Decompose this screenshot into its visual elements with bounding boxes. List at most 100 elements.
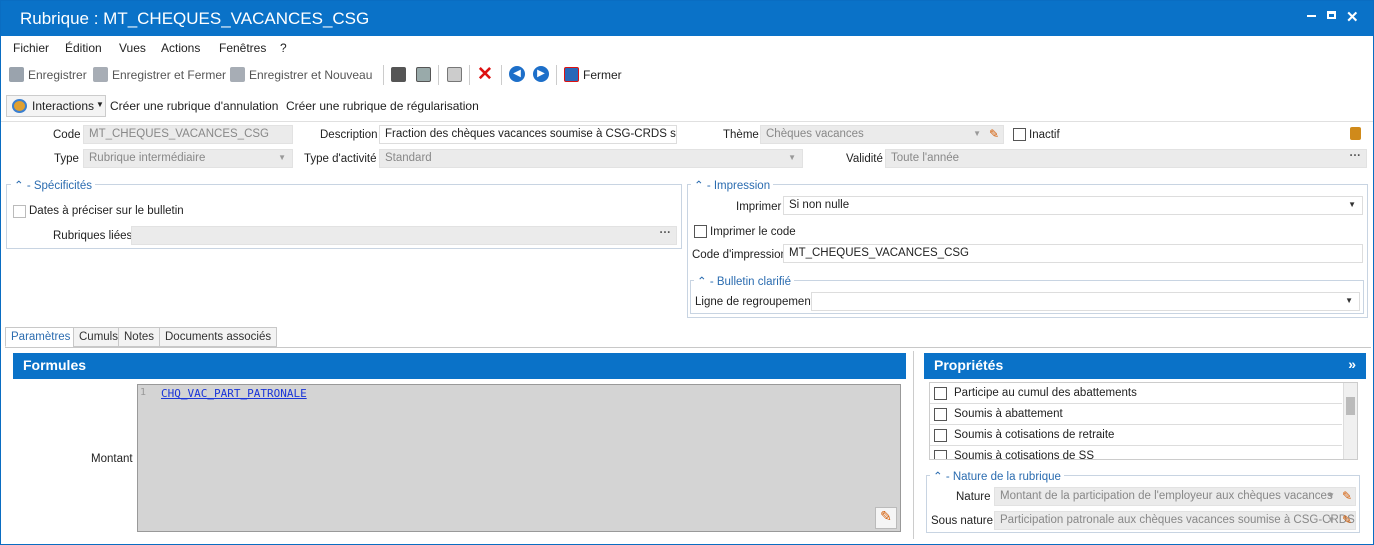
type-field[interactable]: Rubrique intermédiaire ▼ <box>83 149 293 168</box>
property-checkbox[interactable] <box>934 387 947 400</box>
tab-notes[interactable]: Notes <box>118 327 161 347</box>
create-regul-button[interactable]: Créer une rubrique de régularisation <box>286 99 479 113</box>
formula-editor[interactable]: 1 CHQ_VAC_PART_PATRONALE ✎ <box>137 384 901 532</box>
close-button[interactable]: Fermer <box>564 67 622 82</box>
formula-code[interactable]: CHQ_VAC_PART_PATRONALE <box>161 387 307 400</box>
impression-title[interactable]: ⌃ - Impression <box>691 178 774 192</box>
edit-pencil-icon[interactable]: ✎ <box>1342 513 1352 527</box>
inactive-checkbox[interactable] <box>1013 128 1026 141</box>
save-button[interactable]: Enregistrer <box>9 67 87 82</box>
save-new-icon <box>230 67 245 82</box>
linked-label: Rubriques liées <box>53 230 133 242</box>
toolbar-separator <box>383 65 384 85</box>
theme-field[interactable]: Chèques vacances ▼ ✎ <box>760 125 1004 144</box>
print-select[interactable]: Si non nulle ▼ <box>783 196 1363 215</box>
scrollbar-thumb[interactable] <box>1346 397 1355 415</box>
toolbar-separator <box>501 65 502 85</box>
chevron-down-icon: ▼ <box>1327 491 1335 500</box>
print-code-field[interactable]: MT_CHEQUES_VACANCES_CSG <box>783 244 1363 263</box>
chevron-down-icon: ▼ <box>1345 296 1353 305</box>
menu-fichier[interactable]: Fichier <box>13 41 49 55</box>
save-close-button[interactable]: Enregistrer et Fermer <box>93 67 226 82</box>
formulas-header: Formules <box>13 353 906 379</box>
menu-vues[interactable]: Vues <box>119 41 146 55</box>
delete-icon[interactable]: ✕ <box>477 63 493 86</box>
copy-icon[interactable] <box>447 67 462 82</box>
type-label: Type <box>54 153 79 165</box>
collapse-icon: ⌃ - <box>694 180 714 192</box>
toolbar-separator <box>438 65 439 85</box>
create-cancel-button[interactable]: Créer une rubrique d'annulation <box>110 99 278 113</box>
nature-title[interactable]: ⌃ - Nature de la rubrique <box>930 469 1064 483</box>
description-field[interactable]: Fraction des chèques vacances soumise à … <box>379 125 677 144</box>
linked-field[interactable]: ··· <box>131 226 677 245</box>
print-code-checkbox[interactable] <box>694 225 707 238</box>
edit-pencil-icon[interactable]: ✎ <box>989 127 999 141</box>
subnature-label: Sous nature <box>931 515 994 527</box>
menu-actions[interactable]: Actions <box>161 41 200 55</box>
scrollbar[interactable] <box>1343 383 1357 459</box>
code-field[interactable]: MT_CHEQUES_VACANCES_CSG <box>83 125 293 144</box>
amount-label: Montant <box>91 453 133 465</box>
dates-checkbox[interactable] <box>13 205 26 218</box>
print-code-field-label: Code d'impression <box>692 249 787 261</box>
toolbar-separator <box>469 65 470 85</box>
group-line-label: Ligne de regroupement <box>695 296 814 308</box>
tab-cumuls[interactable]: Cumuls <box>73 327 124 347</box>
main-window: Rubrique : MT_CHEQUES_VACANCES_CSG ✕ Fic… <box>0 0 1374 545</box>
tab-documents[interactable]: Documents associés <box>159 327 278 347</box>
list-item[interactable]: Soumis à cotisations de retraite <box>930 425 1342 446</box>
maximize-icon[interactable] <box>1327 11 1336 19</box>
minimize-icon[interactable] <box>1307 15 1316 17</box>
activity-label: Type d'activité <box>304 153 377 165</box>
description-label: Description <box>320 129 378 141</box>
activity-field[interactable]: Standard ▼ <box>379 149 803 168</box>
divider <box>1 121 1373 122</box>
interactions-icon <box>12 99 27 113</box>
chevron-down-icon: ▼ <box>1348 200 1356 209</box>
interactions-button[interactable]: Interactions ▼ <box>6 95 106 117</box>
edit-formula-icon[interactable]: ✎ <box>875 507 897 529</box>
menu-fenetres[interactable]: Fenêtres <box>219 41 266 55</box>
property-checkbox[interactable] <box>934 429 947 442</box>
menu-edition[interactable]: Édition <box>65 41 102 55</box>
next-icon[interactable]: ▶ <box>533 66 549 82</box>
nature-label: Nature <box>956 491 991 503</box>
list-item[interactable]: Soumis à cotisations de SS <box>930 446 1342 459</box>
code-label: Code <box>53 129 81 141</box>
save-new-button[interactable]: Enregistrer et Nouveau <box>230 67 372 82</box>
validity-field[interactable]: Toute l'année ··· <box>885 149 1367 168</box>
save-close-icon <box>93 67 108 82</box>
tab-parametres[interactable]: Paramètres <box>5 327 77 347</box>
list-item[interactable]: Soumis à abattement <box>930 404 1342 425</box>
bulletin-title[interactable]: ⌃ - Bulletin clarifié <box>694 274 795 288</box>
collapse-panel-icon[interactable]: » <box>1348 356 1356 372</box>
chevron-down-icon: ▼ <box>96 100 104 109</box>
property-checkbox[interactable] <box>934 408 947 421</box>
previous-icon[interactable]: ◀ <box>509 66 525 82</box>
close-icon[interactable]: ✕ <box>1346 8 1359 26</box>
chevron-down-icon: ▼ <box>278 153 286 162</box>
specificities-title[interactable]: ⌃ - Spécificités <box>11 178 96 192</box>
theme-label: Thème <box>723 129 759 141</box>
subnature-field[interactable]: Participation patronale aux chèques vaca… <box>994 511 1356 530</box>
print-code-label: Imprimer le code <box>710 226 796 238</box>
toolbar-separator <box>556 65 557 85</box>
panel-splitter[interactable] <box>913 351 914 539</box>
tab-underline <box>5 347 1371 348</box>
print-icon[interactable] <box>391 67 406 82</box>
close-form-icon <box>564 67 579 82</box>
more-icon[interactable]: ··· <box>660 227 672 239</box>
menu-help[interactable]: ? <box>280 41 287 55</box>
print-preview-icon[interactable] <box>416 67 431 82</box>
dates-label: Dates à préciser sur le bulletin <box>29 205 184 217</box>
group-line-select[interactable]: ▼ <box>811 292 1360 311</box>
nature-field[interactable]: Montant de la participation de l'employe… <box>994 487 1356 506</box>
save-icon <box>9 67 24 82</box>
properties-list: Participe au cumul des abattements Soumi… <box>929 382 1358 460</box>
edit-pencil-icon[interactable]: ✎ <box>1342 489 1352 503</box>
more-icon[interactable]: ··· <box>1350 150 1362 162</box>
list-item[interactable]: Participe au cumul des abattements <box>930 383 1342 404</box>
property-checkbox[interactable] <box>934 450 947 459</box>
properties-header: Propriétés » <box>924 353 1366 379</box>
